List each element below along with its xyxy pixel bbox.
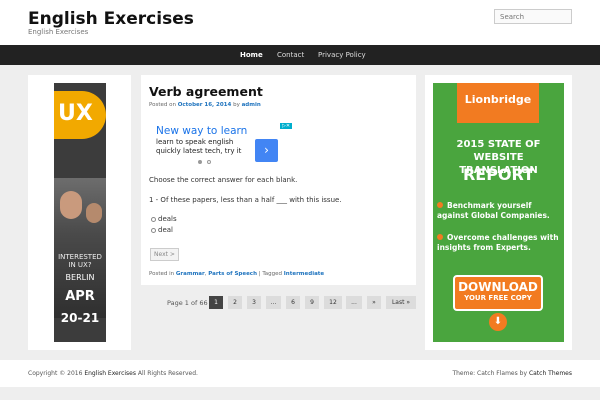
search-input[interactable] <box>494 9 572 24</box>
post-date-link[interactable]: October 16, 2014 <box>178 102 232 108</box>
ad-question: INTERESTED IN UX? <box>58 253 102 269</box>
last-page-link[interactable]: Last » <box>386 296 416 309</box>
question-text: 1 - Of these papers, less than a half __… <box>149 196 342 204</box>
download-label: DOWNLOAD <box>458 280 538 294</box>
bullet-icon <box>437 202 443 208</box>
left-banner-ad[interactable]: UX INTERESTED IN UX? BERLIN APR 20-21 <box>54 83 106 342</box>
adchoices-icon[interactable]: ▷✕ <box>280 123 292 129</box>
site-description: English Exercises <box>28 28 89 36</box>
page-ellipsis: ... <box>266 296 281 309</box>
main-nav: Home Contact Privacy Policy <box>0 45 600 65</box>
post-meta: Posted on October 16, 2014 by admin <box>149 102 261 108</box>
page-link[interactable]: 3 <box>247 296 261 309</box>
tag-link-intermediate[interactable]: Intermediate <box>284 271 324 277</box>
page-ellipsis: ... <box>346 296 362 309</box>
ad-month: APR <box>65 289 95 304</box>
radio-button[interactable] <box>151 227 156 233</box>
theme-credit: Theme: Catch Flames by Catch Themes <box>452 370 572 377</box>
post-title[interactable]: Verb agreement <box>149 84 263 99</box>
bullet-icon <box>437 234 443 240</box>
pagination-label: Page 1 of 66 <box>167 299 208 307</box>
post-author-link[interactable]: admin <box>242 102 261 108</box>
site-header: English Exercises English Exercises <box>0 0 600 45</box>
footer-site-link[interactable]: English Exercises <box>84 370 136 377</box>
page-link[interactable]: 2 <box>228 296 242 309</box>
right-banner-ad[interactable]: Lionbridge 2015 STATE OF WEBSITE TRANSLA… <box>433 83 564 342</box>
category-link-grammar[interactable]: Grammar <box>176 271 205 277</box>
instruction-text: Choose the correct answer for each blank… <box>149 176 298 184</box>
page-link[interactable]: 1 <box>209 296 223 309</box>
download-sub-label: YOUR FREE COPY <box>464 294 532 302</box>
category-link-parts-of-speech[interactable]: Parts of Speech <box>208 271 257 277</box>
ad-point: Overcome challenges with insights from E… <box>437 233 559 252</box>
next-button[interactable]: Next > <box>150 248 179 261</box>
inline-ad-headline: New way to learn <box>156 125 248 137</box>
inline-ad-body: learn to speak english quickly latest te… <box>156 138 242 155</box>
download-button[interactable]: DOWNLOAD YOUR FREE COPY <box>453 275 543 311</box>
option-deal[interactable]: deal <box>151 226 173 234</box>
site-footer: Copyright © 2016 English Exercises All R… <box>0 360 600 387</box>
ad-city: BERLIN <box>65 273 95 282</box>
chevron-right-icon[interactable]: › <box>255 139 278 162</box>
page-link[interactable]: 6 <box>286 296 300 309</box>
ux-logo-text: UX <box>58 101 93 126</box>
option-deals[interactable]: deals <box>151 215 177 223</box>
lionbridge-logo: Lionbridge <box>464 93 532 106</box>
ad-point: Benchmark yourself against Global Compan… <box>437 201 550 220</box>
nav-item-contact[interactable]: Contact <box>277 45 304 65</box>
ad-days: 20-21 <box>60 311 100 325</box>
nav-item-privacy-policy[interactable]: Privacy Policy <box>318 45 366 65</box>
carousel-dot[interactable] <box>198 160 202 164</box>
person-image <box>86 203 102 223</box>
post-footer-meta: Posted in Grammar, Parts of Speech | Tag… <box>149 271 325 277</box>
page-link[interactable]: 9 <box>305 296 319 309</box>
site-title[interactable]: English Exercises <box>28 9 194 29</box>
person-image <box>60 191 82 219</box>
nav-item-home[interactable]: Home <box>240 45 263 65</box>
copyright-text: Copyright © 2016 English Exercises All R… <box>28 370 198 377</box>
page-link[interactable]: 12 <box>324 296 342 309</box>
carousel-dot[interactable] <box>207 160 211 164</box>
radio-button[interactable] <box>151 216 156 222</box>
theme-author-link[interactable]: Catch Themes <box>529 370 572 377</box>
inline-ad[interactable]: ▷✕ New way to learn learn to speak engli… <box>150 121 294 168</box>
download-arrow-icon: ⬇ <box>489 313 507 331</box>
ad-headline-big: REPORT <box>462 165 535 184</box>
next-page-link[interactable]: » <box>367 296 381 309</box>
